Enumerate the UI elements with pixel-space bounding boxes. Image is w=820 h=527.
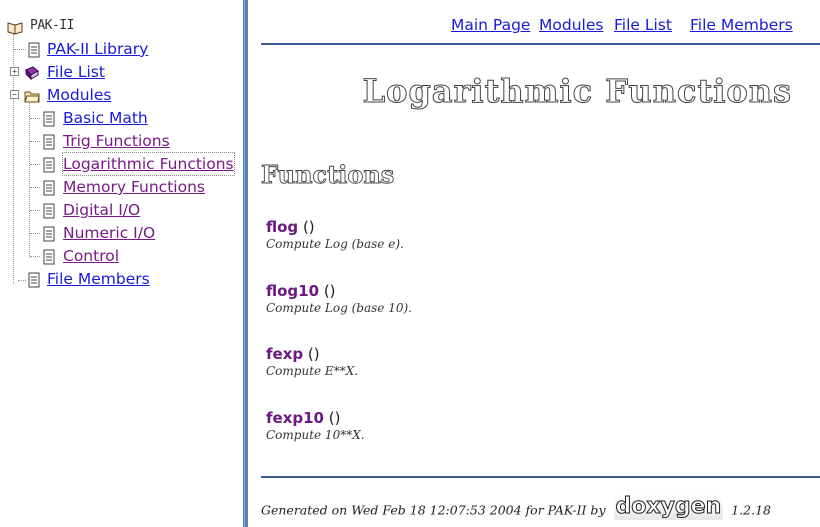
function-description: Compute Log (base e). bbox=[266, 237, 404, 251]
nav-link-file-list[interactable]: File List bbox=[614, 16, 672, 34]
footer: Generated on Wed Feb 18 12:07:53 2004 fo… bbox=[261, 494, 771, 524]
tree-connector-line bbox=[30, 210, 40, 211]
function-description: Compute Log (base 10). bbox=[266, 301, 412, 315]
function-entry: fexp10 () Compute 10**X. bbox=[266, 408, 365, 442]
function-params: () bbox=[324, 409, 341, 427]
collapse-toggle[interactable]: − bbox=[10, 90, 19, 99]
nav-link-main-page[interactable]: Main Page bbox=[451, 16, 530, 34]
tree-item-label[interactable]: PAK-II Library bbox=[47, 38, 148, 60]
tree-connector-line bbox=[18, 280, 26, 281]
footer-generated-text: Generated on Wed Feb 18 12:07:53 2004 fo… bbox=[261, 502, 606, 518]
tree-root-label: PAK-II bbox=[30, 18, 74, 33]
function-entry: flog () Compute Log (base e). bbox=[266, 217, 404, 251]
section-title: Functions bbox=[261, 160, 395, 190]
function-link[interactable]: fexp bbox=[266, 345, 303, 363]
tree-item-label[interactable]: File List bbox=[47, 61, 105, 83]
document-icon bbox=[28, 272, 40, 288]
tree-connector-line bbox=[30, 187, 40, 188]
tree-connector-line bbox=[30, 141, 40, 142]
document-icon bbox=[43, 157, 55, 173]
document-icon bbox=[43, 226, 55, 242]
document-icon bbox=[43, 249, 55, 265]
tree-item-label[interactable]: Numeric I/O bbox=[63, 222, 155, 244]
document-icon bbox=[43, 134, 55, 150]
tree-item-label[interactable]: Digital I/O bbox=[63, 199, 140, 221]
tree-connector-line bbox=[30, 118, 40, 119]
function-description: Compute E**X. bbox=[266, 364, 359, 378]
top-divider bbox=[261, 43, 820, 45]
expand-toggle[interactable]: + bbox=[10, 67, 19, 76]
nav-link-file-members[interactable]: File Members bbox=[690, 16, 793, 34]
folder-icon bbox=[24, 91, 40, 103]
function-entry: flog10 () Compute Log (base 10). bbox=[266, 281, 412, 315]
tree-item-label[interactable]: File Members bbox=[47, 268, 150, 290]
function-params: () bbox=[319, 282, 336, 300]
footer-version: 1.2.18 bbox=[731, 502, 771, 518]
open-book-icon bbox=[7, 22, 23, 35]
document-icon bbox=[43, 111, 55, 127]
tree-item-label[interactable]: Trig Functions bbox=[63, 130, 170, 152]
tree-connector-line bbox=[14, 49, 26, 50]
main-content: Main Page Modules File List File Members… bbox=[248, 0, 820, 527]
page-title: Logarithmic Functions bbox=[362, 72, 792, 111]
function-link[interactable]: fexp10 bbox=[266, 409, 324, 427]
function-params: () bbox=[303, 345, 320, 363]
tree-connector-line bbox=[30, 256, 40, 257]
function-entry: fexp () Compute E**X. bbox=[266, 344, 358, 378]
book-icon bbox=[25, 66, 39, 81]
document-icon bbox=[43, 203, 55, 219]
function-description: Compute 10**X. bbox=[266, 428, 365, 442]
bottom-divider bbox=[261, 476, 820, 478]
tree-item-label[interactable]: Memory Functions bbox=[63, 176, 205, 198]
function-params: () bbox=[298, 218, 315, 236]
tree-connector-line bbox=[30, 233, 40, 234]
document-icon bbox=[43, 180, 55, 196]
doxygen-logo[interactable]: doxygen bbox=[613, 494, 724, 520]
function-link[interactable]: flog10 bbox=[266, 282, 319, 300]
tree-panel: PAK-II PAK-II Library + File List − Modu… bbox=[0, 0, 243, 527]
function-link[interactable]: flog bbox=[266, 218, 298, 236]
document-icon bbox=[28, 42, 40, 58]
tree-connector-line bbox=[29, 103, 30, 258]
nav-link-modules[interactable]: Modules bbox=[539, 16, 603, 34]
tree-connector-line bbox=[30, 164, 40, 165]
tree-item-label[interactable]: Logarithmic Functions bbox=[62, 152, 235, 176]
tree-item-label[interactable]: Control bbox=[63, 245, 119, 267]
tree-item-label[interactable]: Modules bbox=[47, 84, 111, 106]
tree-item-label[interactable]: Basic Math bbox=[63, 107, 148, 129]
